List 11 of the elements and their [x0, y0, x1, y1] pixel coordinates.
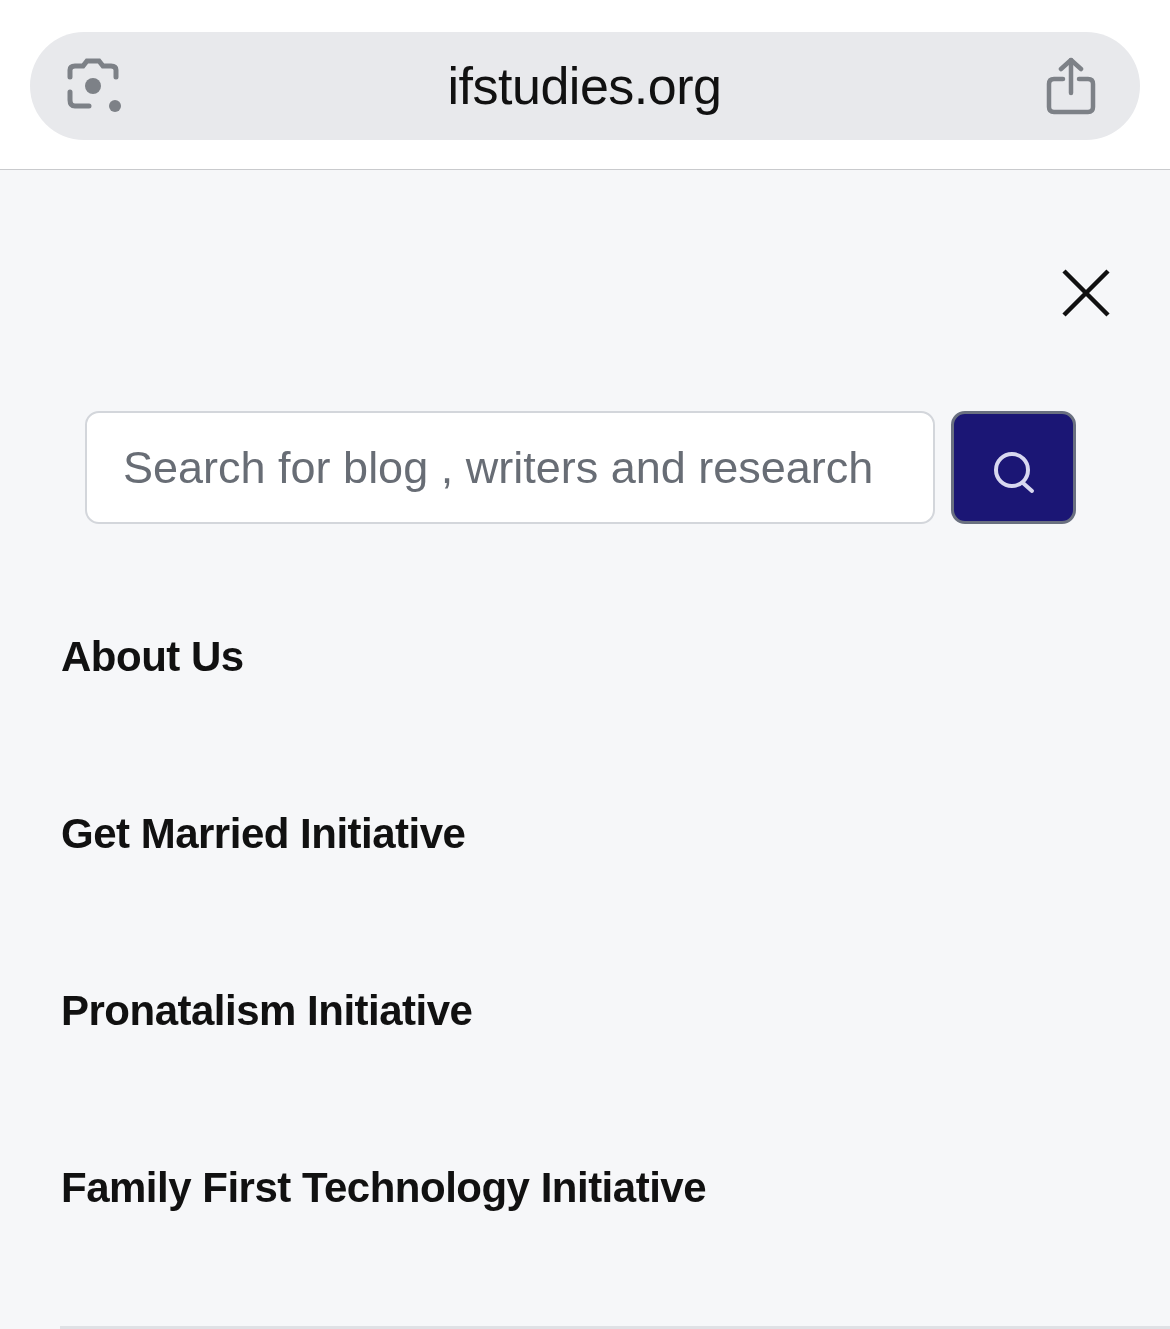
close-icon[interactable] — [1062, 269, 1110, 317]
address-bar[interactable]: ifstudies.org — [30, 32, 1140, 140]
search-button[interactable] — [951, 411, 1076, 524]
menu-link[interactable]: About Us — [61, 632, 244, 681]
menu-link[interactable]: Pronatalism Initiative — [61, 986, 473, 1035]
share-icon[interactable] — [1046, 57, 1096, 115]
menu-link[interactable]: Family First Technology Initiative — [61, 1163, 706, 1212]
menu-link[interactable]: Get Married Initiative — [61, 809, 466, 858]
camera-scan-icon[interactable] — [67, 58, 123, 114]
search-field[interactable]: Search for blog , writers and research — [85, 411, 935, 524]
search-icon — [991, 449, 1036, 494]
